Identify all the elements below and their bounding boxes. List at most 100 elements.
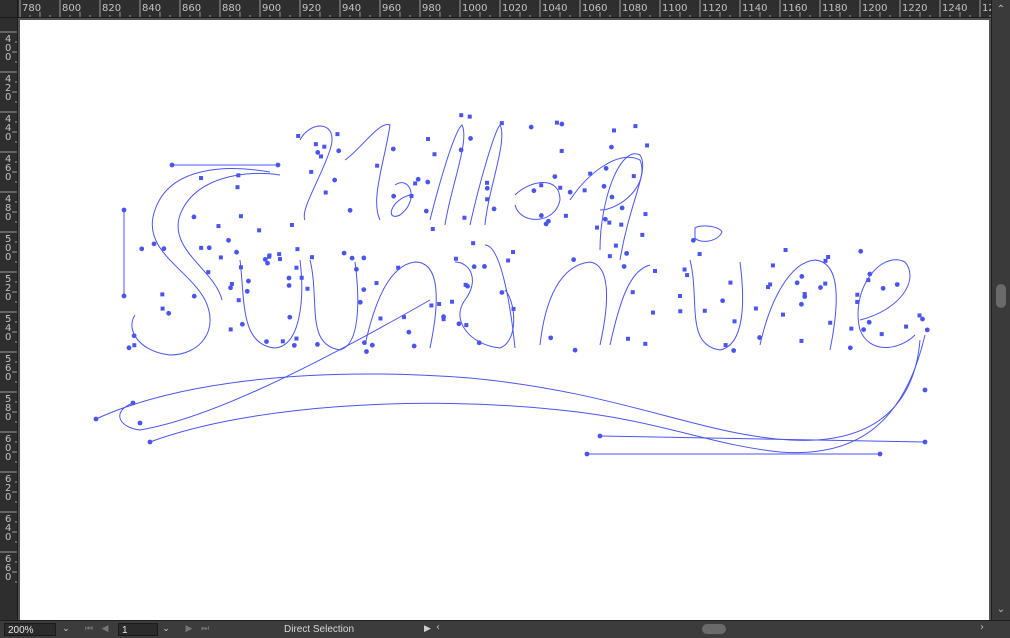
anchor-point[interactable]	[678, 294, 683, 299]
anchor-point[interactable]	[199, 176, 204, 181]
handle-point[interactable]	[349, 255, 355, 261]
handle-point[interactable]	[425, 179, 431, 185]
handle-point[interactable]	[794, 280, 800, 286]
handle-point[interactable]	[690, 237, 696, 243]
anchor-point[interactable]	[378, 316, 383, 321]
handle-point[interactable]	[552, 174, 558, 179]
anchor-point[interactable]	[855, 292, 860, 297]
handle-point[interactable]	[867, 271, 873, 277]
vertical-scrollbar[interactable]: ⌃ ⌄	[991, 0, 1010, 620]
anchor-point[interactable]	[467, 114, 472, 119]
handle-point[interactable]	[545, 218, 551, 224]
anchor-point[interactable]	[780, 312, 785, 317]
scroll-down-icon[interactable]: ⌄	[995, 604, 1007, 616]
handle-point[interactable]	[239, 321, 245, 327]
vertical-scroll-thumb[interactable]	[996, 284, 1006, 308]
handle-point[interactable]	[731, 348, 737, 353]
anchor-point[interactable]	[723, 343, 728, 348]
handle-point[interactable]	[406, 329, 412, 335]
handle-point[interactable]	[571, 257, 577, 263]
anchor-point[interactable]	[323, 190, 328, 195]
anchor-point[interactable]	[429, 303, 434, 308]
handle-point[interactable]	[531, 188, 537, 194]
horizontal-scrollbar[interactable]: ‹ ›	[436, 622, 998, 636]
handle-point[interactable]	[315, 341, 320, 347]
anchor-point[interactable]	[563, 213, 568, 218]
anchor-point[interactable]	[277, 252, 282, 257]
chevron-down-icon[interactable]: ⌄	[160, 622, 172, 636]
anchor-point[interactable]	[626, 336, 631, 341]
handle-point[interactable]	[332, 177, 338, 183]
anchor-point[interactable]	[280, 339, 285, 344]
handle-point[interactable]	[361, 255, 367, 261]
handle-point[interactable]	[602, 216, 608, 222]
anchor-point[interactable]	[441, 317, 446, 322]
anchor-point[interactable]	[866, 278, 871, 283]
anchor-point[interactable]	[682, 267, 687, 272]
handle-point[interactable]	[757, 335, 762, 340]
handle-point[interactable]	[264, 339, 269, 344]
handle-point[interactable]	[341, 250, 347, 256]
anchor-point[interactable]	[295, 247, 300, 252]
handle-point[interactable]	[567, 189, 573, 195]
anchor-point[interactable]	[685, 273, 690, 278]
handle-point[interactable]	[206, 245, 212, 251]
scroll-up-icon[interactable]: ⌃	[995, 4, 1007, 16]
anchor-point[interactable]	[595, 225, 600, 230]
anchor-point[interactable]	[770, 263, 775, 268]
anchor-point[interactable]	[296, 134, 301, 139]
anchor-point[interactable]	[511, 250, 516, 255]
anchor-point[interactable]	[437, 302, 442, 307]
anchor-point[interactable]	[823, 281, 828, 286]
handle-point[interactable]	[499, 290, 505, 295]
handle-point[interactable]	[191, 214, 197, 220]
anchor-point[interactable]	[236, 173, 241, 178]
anchor-point[interactable]	[783, 248, 788, 253]
scroll-right-icon[interactable]: ›	[980, 622, 984, 633]
handle-point[interactable]	[357, 299, 363, 305]
play-arrow-icon[interactable]: ▶	[424, 622, 431, 636]
anchor-point[interactable]	[218, 255, 223, 260]
handle-point[interactable]	[93, 416, 99, 422]
handle-point[interactable]	[228, 285, 233, 291]
handle-point[interactable]	[411, 343, 417, 349]
anchor-point[interactable]	[471, 241, 476, 246]
handle-point[interactable]	[121, 207, 127, 213]
anchor-point[interactable]	[396, 265, 401, 270]
next-page-icon[interactable]: ▶	[182, 622, 196, 636]
anchor-point[interactable]	[322, 144, 327, 149]
anchor-point[interactable]	[511, 306, 516, 311]
anchor-point[interactable]	[459, 113, 464, 118]
anchor-point[interactable]	[453, 256, 458, 261]
anchor-point[interactable]	[413, 181, 418, 186]
handle-point[interactable]	[166, 310, 172, 316]
anchor-point[interactable]	[335, 132, 340, 137]
anchor-point[interactable]	[728, 280, 733, 285]
handle-point[interactable]	[169, 162, 175, 168]
anchor-point[interactable]	[630, 290, 635, 295]
handle-point[interactable]	[336, 148, 342, 154]
anchor-point[interactable]	[216, 224, 221, 229]
anchor-point[interactable]	[799, 338, 804, 343]
anchor-point[interactable]	[753, 306, 758, 311]
handle-point[interactable]	[858, 248, 864, 254]
handle-point[interactable]	[861, 327, 867, 332]
prev-page-icon[interactable]: ◀	[98, 622, 112, 636]
anchor-point[interactable]	[319, 154, 324, 159]
hello-sunshine-artwork[interactable]	[18, 18, 991, 620]
page-field[interactable]: 1	[118, 623, 158, 636]
anchor-point[interactable]	[582, 188, 587, 193]
handle-point[interactable]	[491, 206, 497, 212]
anchor-point[interactable]	[160, 292, 165, 297]
handle-point[interactable]	[538, 213, 544, 218]
anchor-point[interactable]	[236, 298, 241, 303]
anchor-point[interactable]	[645, 143, 650, 148]
zoom-field[interactable]: 200%	[4, 623, 56, 636]
handle-point[interactable]	[456, 321, 462, 327]
handle-point[interactable]	[484, 185, 490, 191]
anchor-point[interactable]	[732, 319, 737, 324]
anchor-point[interactable]	[132, 343, 137, 348]
anchor-point[interactable]	[485, 197, 490, 202]
horizontal-scroll-thumb[interactable]	[702, 624, 726, 634]
anchor-point[interactable]	[374, 281, 379, 286]
